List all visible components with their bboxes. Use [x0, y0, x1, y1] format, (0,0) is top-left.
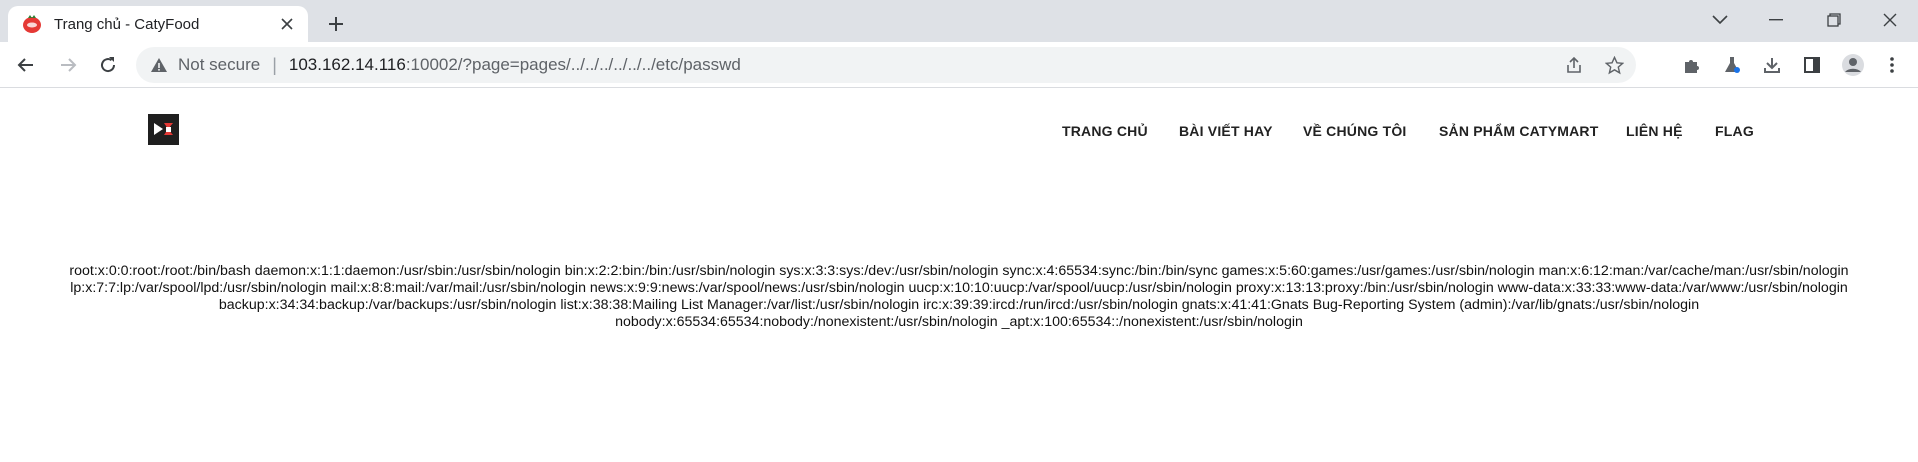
nav-san-pham-catymart[interactable]: SẢN PHẨM CATYMART — [1439, 123, 1598, 139]
nav-bai-viet-hay[interactable]: BÀI VIẾT HAY — [1179, 123, 1273, 139]
passwd-line: root:x:0:0:root:/root:/bin/bash daemon:x… — [69, 263, 1849, 279]
nav-flag[interactable]: FLAG — [1715, 123, 1754, 139]
nav-ve-chung-toi[interactable]: VỀ CHÚNG TÔI — [1303, 123, 1407, 139]
browser-tab-active[interactable]: Trang chủ - CatyFood — [8, 6, 308, 42]
tab-strip: Trang chủ - CatyFood — [0, 0, 1918, 42]
new-tab-button[interactable] — [322, 10, 350, 38]
nav-lien-he[interactable]: LIÊN HỆ — [1626, 123, 1683, 139]
star-icon[interactable] — [1598, 49, 1630, 81]
minimize-icon[interactable] — [1748, 0, 1804, 40]
back-icon[interactable] — [10, 49, 42, 81]
side-panel-icon[interactable] — [1796, 49, 1828, 81]
nav-trang-chu[interactable]: TRANG CHỦ — [1062, 123, 1148, 139]
close-window-icon[interactable] — [1862, 0, 1918, 40]
share-icon[interactable] — [1558, 49, 1590, 81]
browser-toolbar: Not secure | 103.162.14.116:10002/?page=… — [0, 42, 1918, 88]
extensions-icon[interactable] — [1676, 49, 1708, 81]
passwd-output: root:x:0:0:root:/root:/bin/bash daemon:x… — [14, 263, 1904, 331]
tab-close-icon[interactable] — [276, 13, 298, 35]
menu-icon[interactable] — [1876, 49, 1908, 81]
address-bar[interactable]: Not secure | 103.162.14.116:10002/?page=… — [136, 47, 1636, 83]
restore-icon[interactable] — [1806, 0, 1862, 40]
catyfood-logo-icon — [22, 14, 42, 34]
tab-search-chevron-icon[interactable] — [1692, 0, 1748, 40]
passwd-line: backup:x:34:34:backup:/var/backups:/usr/… — [218, 297, 1700, 313]
site-logo[interactable] — [148, 114, 179, 145]
security-label[interactable]: Not secure — [178, 55, 260, 75]
download-icon[interactable] — [1756, 49, 1788, 81]
url-text[interactable]: 103.162.14.116:10002/?page=pages/../../.… — [289, 55, 741, 75]
labs-icon[interactable] — [1716, 49, 1748, 81]
tab-title: Trang chủ - CatyFood — [54, 15, 200, 33]
reload-icon[interactable] — [92, 49, 124, 81]
url-host: 103.162.14.116 — [288, 55, 406, 74]
address-separator: | — [272, 54, 277, 75]
url-path: :10002/?page=pages/../../../../../../etc… — [405, 55, 741, 74]
forward-icon[interactable] — [52, 49, 84, 81]
passwd-line: lp:x:7:7:lp:/var/spool/lpd:/usr/sbin/nol… — [70, 280, 1848, 296]
profile-icon[interactable] — [1837, 49, 1869, 81]
passwd-line: nobody:x:65534:65534:nobody:/nonexistent… — [615, 314, 1303, 330]
warning-icon[interactable] — [150, 56, 168, 74]
